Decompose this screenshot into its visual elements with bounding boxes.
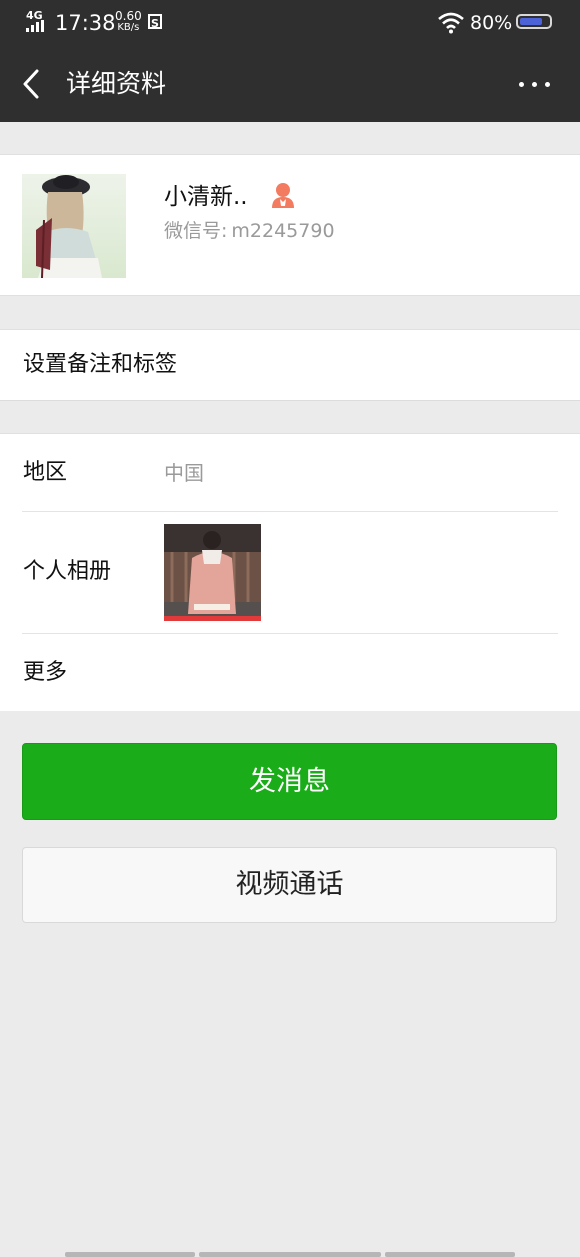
wechat-id: 微信号: m2245790	[164, 217, 335, 245]
network-speed: 0.60 KB/s	[115, 9, 142, 33]
nav-hint-bar	[199, 1252, 381, 1257]
more-label: 更多	[23, 660, 68, 685]
nav-bar: 详细资料	[0, 46, 580, 122]
wechat-id-label: 微信号:	[164, 220, 228, 242]
album-label: 个人相册	[23, 559, 112, 584]
album-row[interactable]: 个人相册	[0, 512, 580, 633]
more-dots-icon[interactable]	[512, 68, 556, 100]
status-bar: 4G 17:38 0.60 KB/s S 80%	[0, 0, 580, 46]
video-call-button[interactable]: 视频通话	[22, 847, 557, 923]
region-value: 中国	[164, 461, 204, 485]
nav-hint-bar	[65, 1252, 195, 1257]
more-row[interactable]: 更多	[0, 634, 580, 712]
info-card: 地区 中国 个人相册 更多	[0, 433, 580, 711]
region-label: 地区	[23, 460, 68, 485]
album-thumbnail[interactable]	[164, 524, 261, 621]
wechat-id-value: m2245790	[231, 220, 335, 242]
battery-icon	[516, 14, 552, 29]
nav-hint-bar	[385, 1252, 515, 1257]
set-remark-tags-label: 设置备注和标签	[23, 352, 178, 377]
clock: 17:38	[55, 11, 116, 35]
female-icon	[272, 183, 294, 208]
region-row: 地区 中国	[0, 434, 580, 511]
wifi-icon	[438, 12, 464, 34]
battery-percent: 80%	[470, 12, 513, 34]
profile-card: 小清新.. 微信号: m2245790	[0, 154, 580, 296]
nickname: 小清新..	[164, 184, 248, 210]
battery-fill	[520, 18, 542, 25]
avatar[interactable]	[22, 174, 126, 278]
network-speed-unit: KB/s	[117, 22, 140, 33]
network-speed-value: 0.60	[115, 9, 142, 23]
set-remark-tags-row[interactable]: 设置备注和标签	[0, 329, 580, 401]
back-icon[interactable]	[20, 68, 50, 100]
page-title: 详细资料	[66, 69, 167, 98]
send-message-button[interactable]: 发消息	[22, 743, 557, 820]
signal-icon	[26, 20, 48, 32]
s-app-icon: S	[148, 14, 162, 30]
